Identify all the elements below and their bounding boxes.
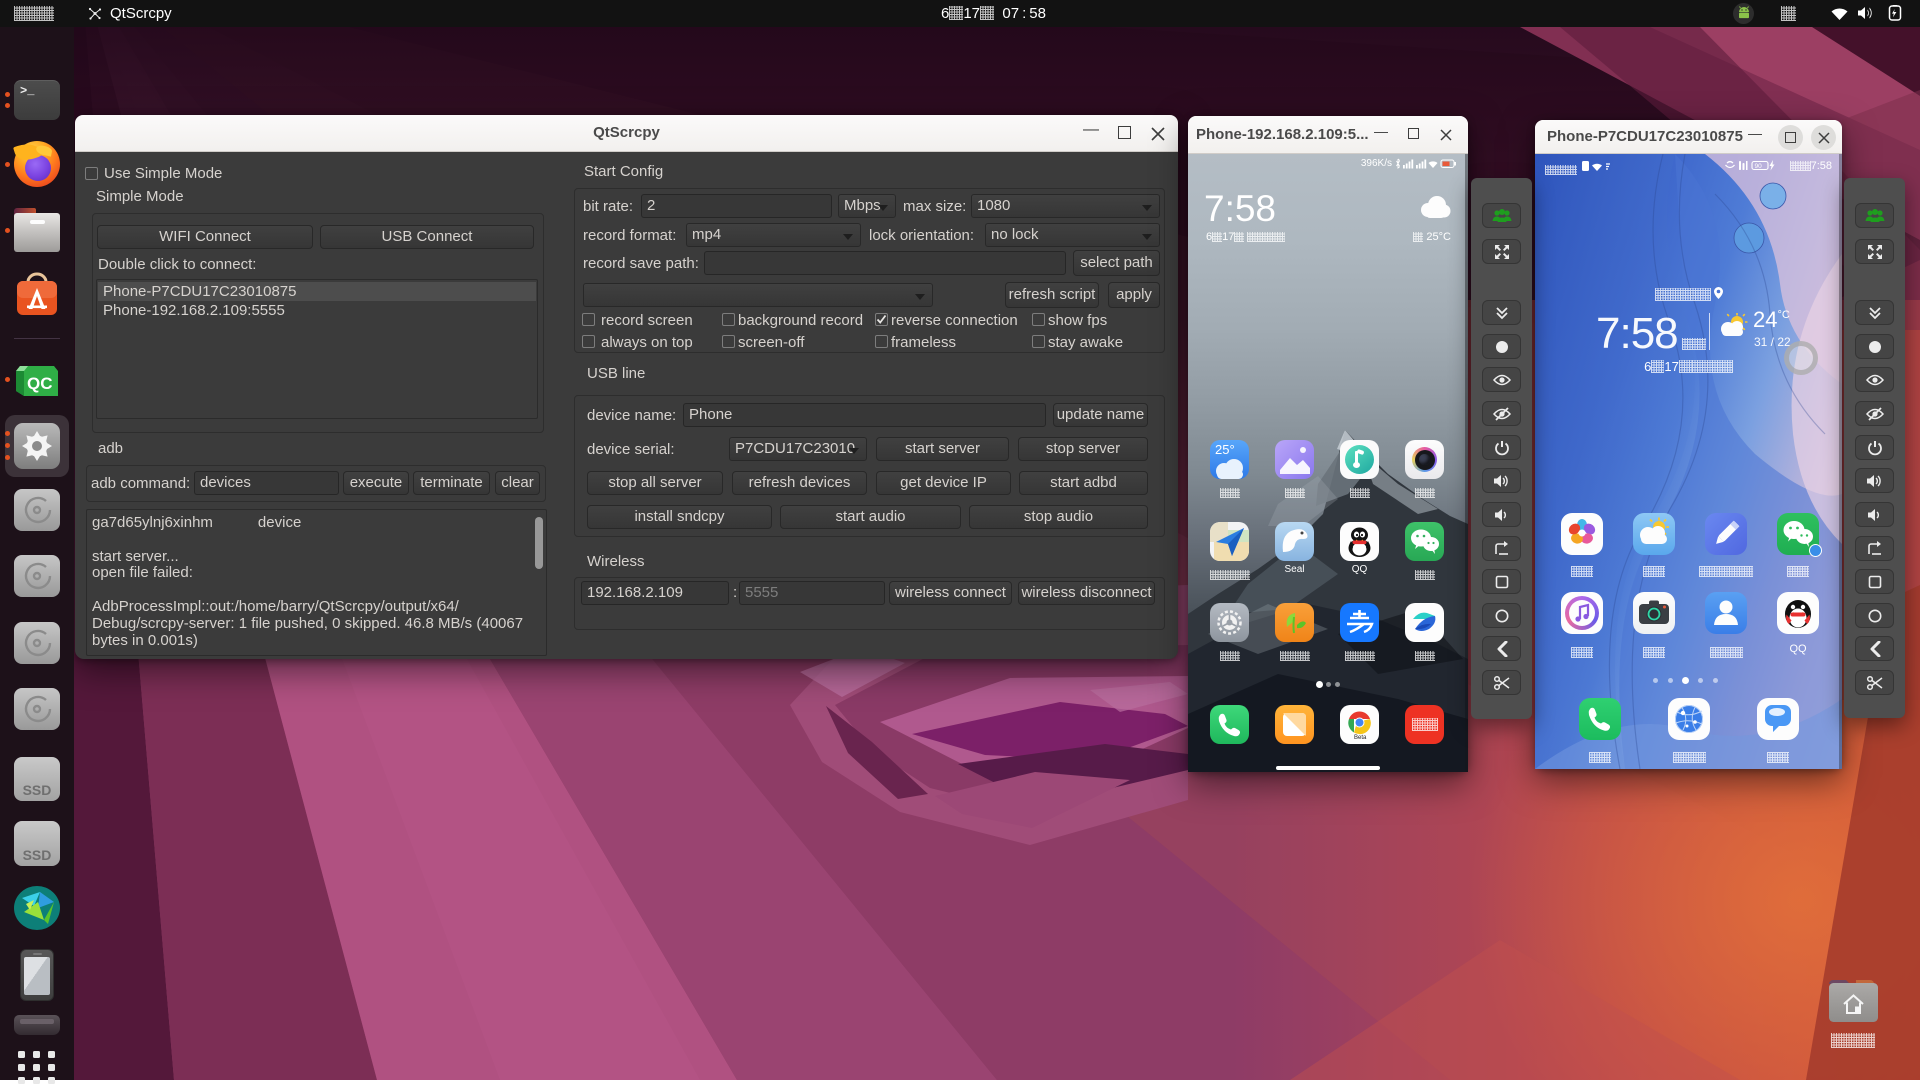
svg-text:QC: QC (27, 374, 53, 393)
svg-text:90: 90 (1755, 163, 1763, 170)
svg-text:Beta: Beta (1354, 735, 1367, 741)
